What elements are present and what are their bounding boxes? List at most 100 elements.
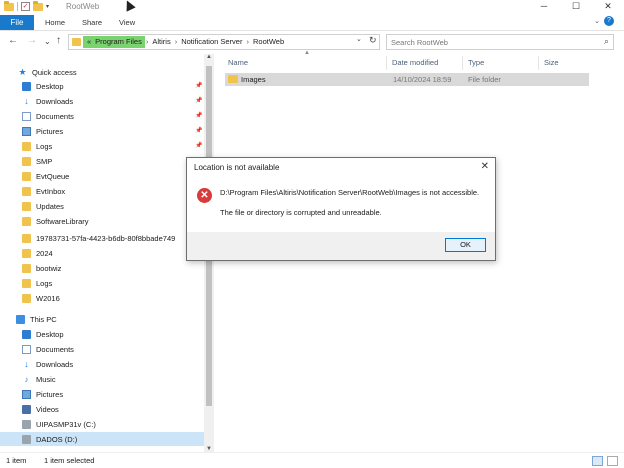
nav-pc-drive-d[interactable]: DADOS (D:) — [0, 432, 204, 446]
column-header-name[interactable]: Name — [228, 56, 248, 70]
nav-label: W2016 — [36, 293, 60, 303]
nav-label: Documents — [36, 344, 74, 354]
pin-icon[interactable]: 📌 — [195, 82, 202, 89]
nav-label: Pictures — [36, 126, 64, 136]
nav-item-softwarelibrary[interactable]: SoftwareLibrary — [22, 214, 89, 228]
ok-button[interactable]: OK — [445, 238, 486, 252]
column-header-type[interactable]: Type — [468, 56, 484, 70]
breadcrumb-overflow[interactable]: « — [87, 37, 91, 46]
up-arrow-icon[interactable]: ↑ — [56, 35, 61, 46]
nav-label: Downloads — [36, 359, 74, 369]
customize-toolbar-icon[interactable]: ▾ — [46, 3, 49, 10]
nav-label: SMP — [36, 156, 53, 166]
forward-arrow-icon[interactable]: → — [27, 35, 37, 46]
nav-item-desktop[interactable]: Desktop — [22, 79, 64, 93]
download-icon: ↓ — [24, 95, 29, 106]
column-header-size[interactable]: Size — [544, 56, 559, 70]
folder-icon — [22, 263, 31, 273]
nav-pc-pictures[interactable]: Pictures — [22, 387, 63, 401]
nav-item-guid-folder[interactable]: 19783731-57fa-4423-b6db-80f8bbade749 — [22, 231, 175, 245]
search-input[interactable]: Search RootWeb — [391, 38, 448, 47]
error-icon: ✕ — [197, 188, 212, 203]
search-box[interactable]: Search RootWeb ⌕ — [386, 34, 614, 50]
document-icon — [22, 344, 31, 354]
chevron-right-icon[interactable]: › — [146, 37, 149, 46]
pin-icon[interactable]: 📌 — [195, 112, 202, 119]
scroll-up-icon[interactable]: ▲ — [204, 54, 214, 60]
column-divider[interactable] — [462, 56, 463, 70]
nav-item-logs[interactable]: Logs — [22, 139, 52, 153]
nav-pc-drive-c[interactable]: UIPASMP31v (C:) — [22, 417, 96, 431]
minimize-button[interactable]: ─ — [528, 0, 560, 14]
tab-home[interactable]: Home — [45, 16, 65, 29]
breadcrumb-notification-server[interactable]: Notification Server — [181, 37, 242, 46]
chevron-right-icon[interactable]: › — [246, 37, 249, 46]
breadcrumb-program-files[interactable]: Program Files — [95, 37, 142, 46]
details-view-icon[interactable] — [592, 456, 603, 466]
nav-pc-desktop[interactable]: Desktop — [22, 327, 64, 341]
nav-item-evtqueue[interactable]: EvtQueue — [22, 169, 69, 183]
tab-share[interactable]: Share — [82, 16, 102, 29]
properties-icon[interactable]: ✓ — [21, 2, 30, 11]
selection-count: 1 item selected — [44, 456, 95, 465]
back-arrow-icon[interactable]: ← — [8, 35, 18, 46]
nav-this-pc[interactable]: This PC — [16, 312, 57, 326]
new-folder-icon[interactable] — [33, 0, 43, 11]
nav-label: bootwiz — [36, 263, 62, 273]
nav-pc-music[interactable]: ♪ Music — [22, 372, 56, 386]
column-divider[interactable] — [386, 56, 387, 70]
nav-label: 2024 — [36, 248, 53, 258]
nav-label: Logs — [36, 141, 53, 151]
nav-pc-videos[interactable]: Videos — [22, 402, 59, 416]
dialog-close-button[interactable]: ✕ — [481, 161, 489, 172]
folder-icon — [22, 171, 31, 181]
breadcrumb-altiris[interactable]: Altiris — [152, 37, 170, 46]
nav-pc-documents[interactable]: Documents — [22, 342, 74, 356]
column-header-date[interactable]: Date modified — [392, 56, 438, 70]
large-icons-view-icon[interactable] — [607, 456, 618, 466]
star-icon: ★ — [18, 66, 27, 77]
nav-item-updates[interactable]: Updates — [22, 199, 64, 213]
pin-icon[interactable]: 📌 — [195, 127, 202, 134]
drive-icon — [22, 434, 31, 444]
nav-label: Pictures — [36, 389, 64, 399]
navigation-pane: ★ Quick access Desktop 📌 ↓ Downloads 📌 D… — [0, 54, 215, 452]
nav-item-smp[interactable]: SMP — [22, 154, 52, 168]
address-bar[interactable]: « Program Files › Altiris › Notification… — [68, 34, 380, 50]
nav-pc-downloads[interactable]: ↓ Downloads — [22, 357, 73, 371]
chevron-right-icon[interactable]: › — [175, 37, 178, 46]
breadcrumb-rootweb[interactable]: RootWeb — [253, 37, 284, 46]
close-button[interactable]: ✕ — [592, 0, 624, 14]
tab-view[interactable]: View — [119, 16, 135, 29]
nav-item-pictures[interactable]: Pictures — [22, 124, 63, 138]
error-dialog: Location is not available ✕ ✕ D:\Program… — [186, 157, 496, 261]
folder-icon — [72, 38, 81, 46]
file-type: File folder — [468, 75, 501, 84]
help-icon[interactable]: ? — [604, 16, 614, 26]
nav-item-documents[interactable]: Documents — [22, 109, 74, 123]
folder-icon — [22, 278, 31, 288]
table-row[interactable]: Images 14/10/2024 18:59 File folder — [225, 73, 589, 86]
maximize-button[interactable]: ☐ — [560, 0, 592, 14]
nav-label: DADOS (D:) — [36, 434, 78, 444]
nav-quick-access[interactable]: ★ Quick access — [18, 65, 76, 79]
expand-ribbon-icon[interactable]: ⌄ — [594, 17, 600, 25]
column-divider[interactable] — [538, 56, 539, 70]
address-dropdown-icon[interactable]: ⌄ — [356, 35, 362, 43]
refresh-icon[interactable]: ↻ — [369, 35, 377, 46]
nav-item-bootwiz[interactable]: bootwiz — [22, 261, 61, 275]
nav-item-logs-2[interactable]: Logs — [22, 276, 52, 290]
pin-icon[interactable]: 📌 — [195, 97, 202, 104]
drive-icon — [22, 419, 31, 429]
nav-item-evtinbox[interactable]: EvtInbox — [22, 184, 65, 198]
search-icon[interactable]: ⌕ — [604, 36, 609, 47]
tab-file[interactable]: File — [0, 15, 34, 30]
item-count: 1 item — [6, 456, 27, 465]
desktop-icon — [22, 81, 31, 91]
file-name: Images — [241, 75, 266, 84]
nav-item-w2016[interactable]: W2016 — [22, 291, 60, 305]
recent-locations-icon[interactable]: ⌄ — [44, 37, 51, 46]
nav-item-2024[interactable]: 2024 — [22, 246, 53, 260]
pin-icon[interactable]: 📌 — [195, 142, 202, 149]
nav-item-downloads[interactable]: ↓ Downloads — [22, 94, 73, 108]
